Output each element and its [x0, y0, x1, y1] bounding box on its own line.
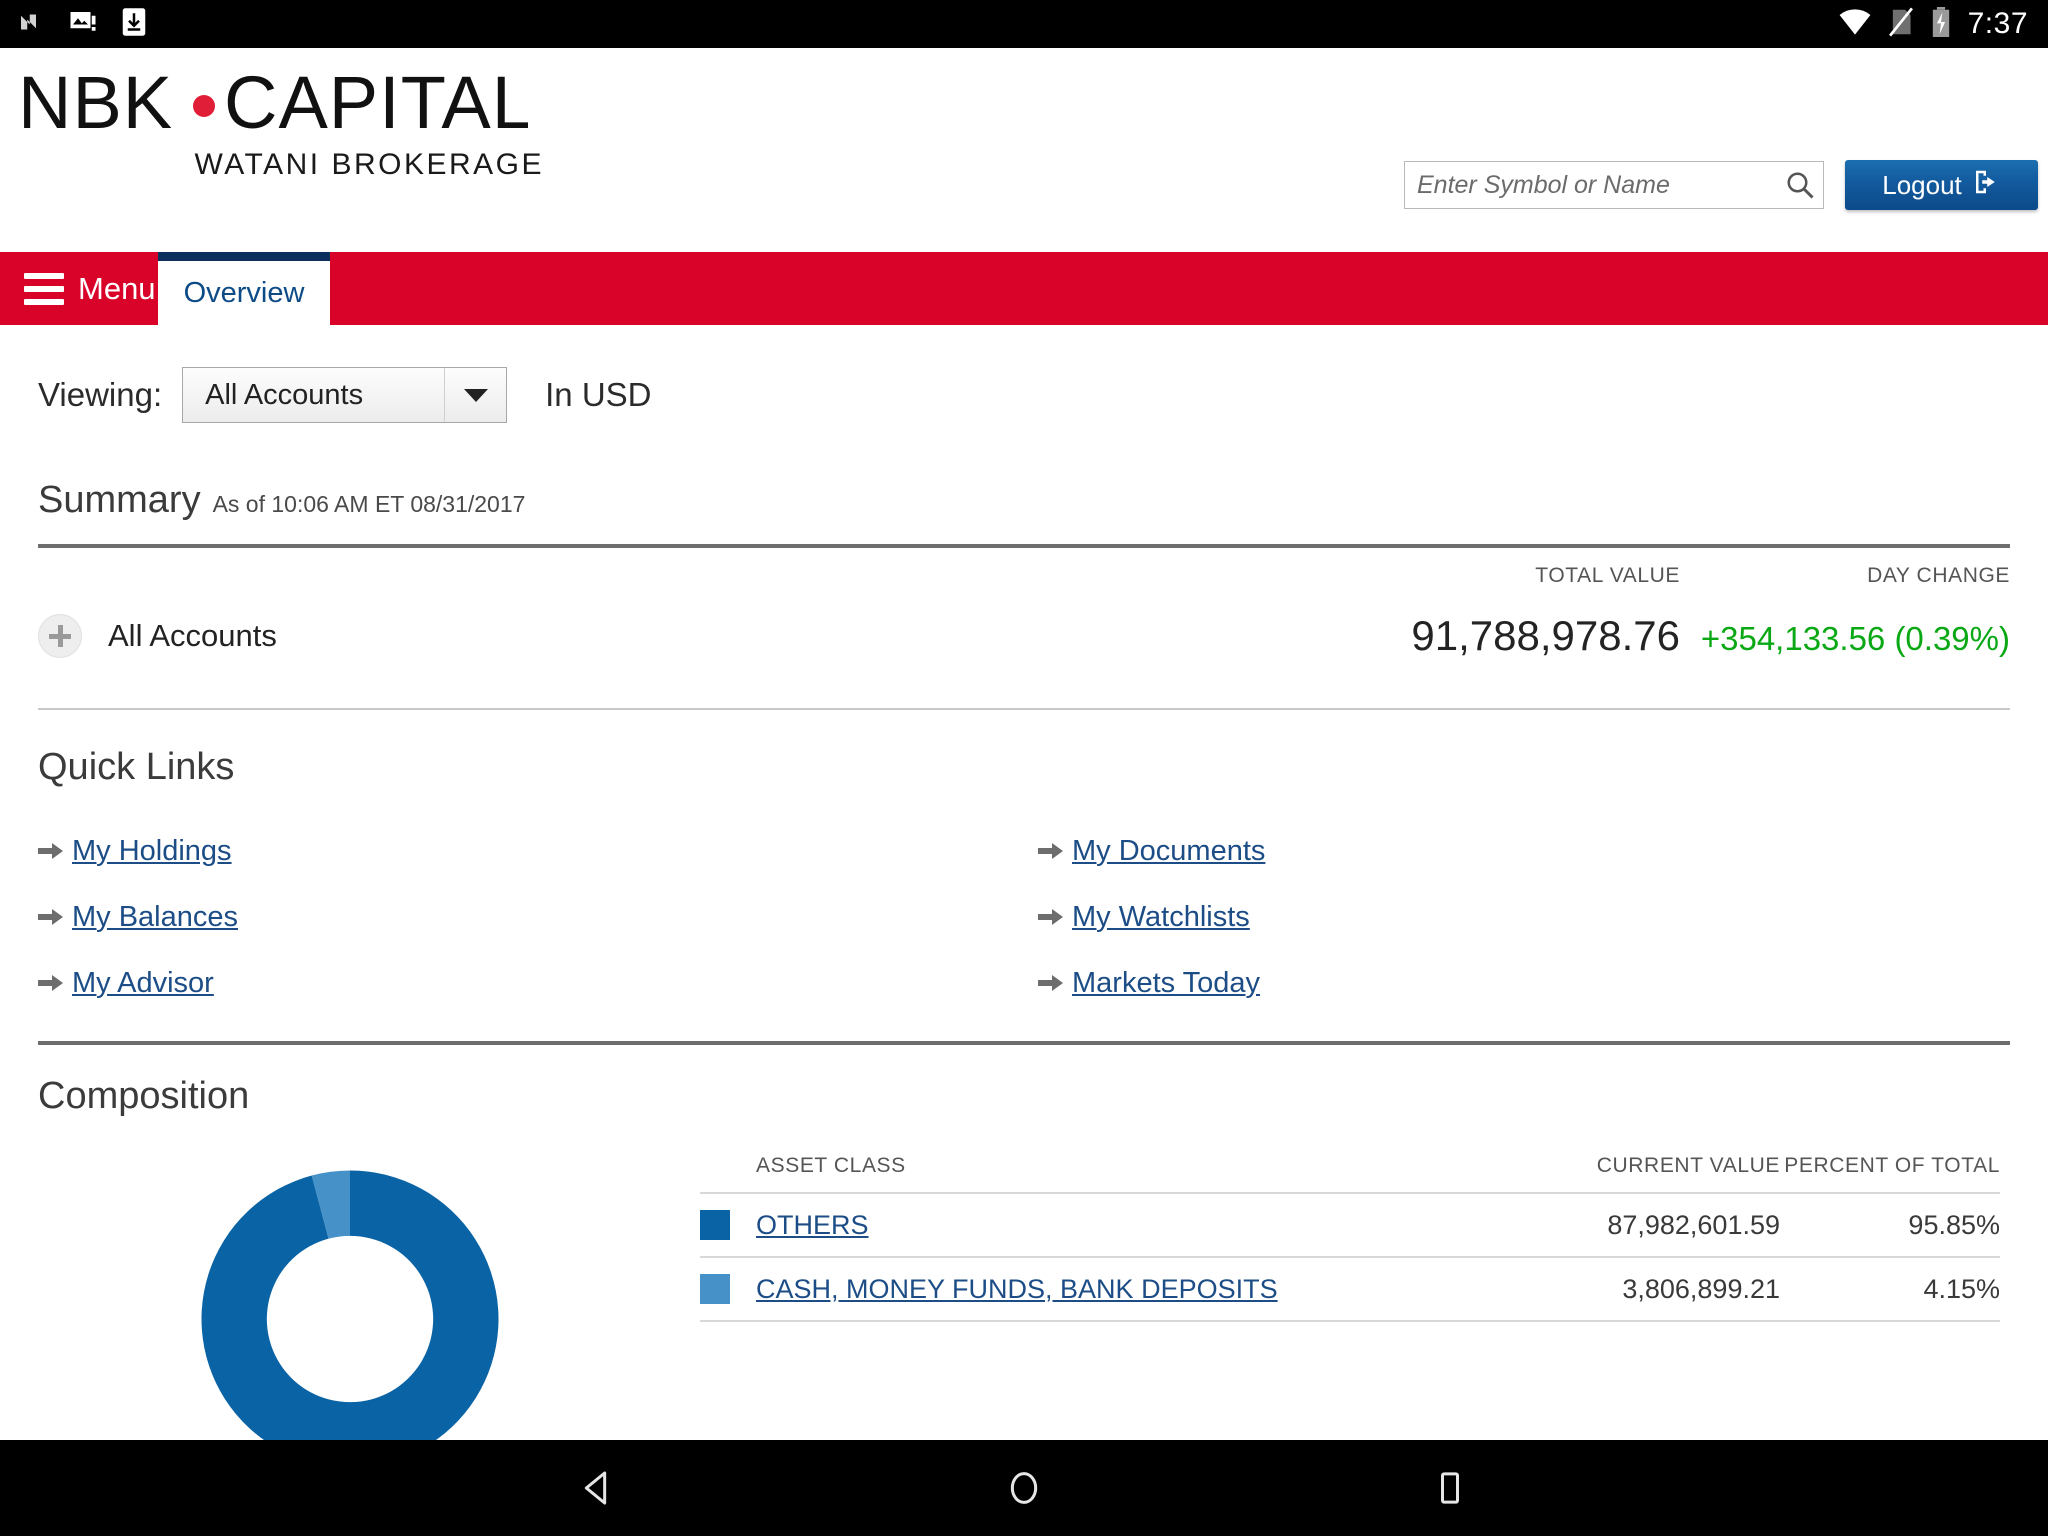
summary-account-row: All Accounts 91,788,978.76 +354,133.56 (…	[38, 588, 2010, 660]
svg-text:NBK: NBK	[18, 66, 173, 144]
donut-chart-svg	[201, 1170, 499, 1468]
column-header-asset-class: ASSET CLASS	[756, 1154, 906, 1177]
account-values: 91,788,978.76 +354,133.56 (0.39%)	[1320, 612, 2010, 660]
composition-table: ASSET CLASS CURRENT VALUE PERCENT OF TOT…	[700, 1154, 2000, 1484]
search-box[interactable]	[1404, 161, 1824, 209]
page-content: Viewing: All Accounts In USD Summary As …	[0, 325, 2048, 1484]
composition-table-headers: ASSET CLASS CURRENT VALUE PERCENT OF TOT…	[700, 1154, 2000, 1192]
composition-title: Composition	[38, 1075, 250, 1117]
no-sim-icon	[1888, 7, 1914, 42]
column-header-current-value: CURRENT VALUE	[1596, 1154, 1780, 1177]
quick-links-right-column: My Documents My Watchlists Markets Today	[1038, 819, 2038, 1015]
asset-current-value: 87,982,601.59	[1607, 1209, 1780, 1240]
account-select-value: All Accounts	[205, 378, 364, 411]
status-bar-right-icons: 7:37	[1838, 6, 2048, 42]
account-name: All Accounts	[108, 618, 277, 653]
logo-tagline: WATANI BROKERAGE	[194, 148, 544, 181]
arrow-right-icon	[1038, 906, 1064, 928]
quick-link-my-holdings[interactable]: My Holdings	[38, 819, 1038, 883]
arrow-right-icon	[1038, 840, 1064, 862]
total-value: 91,788,978.76	[1411, 612, 1680, 659]
status-bar-clock: 7:37	[1967, 7, 2028, 40]
wifi-icon	[1838, 8, 1872, 41]
page-header: NBK CAPITAL WATANI BROKERAGE Logout Last…	[0, 48, 2048, 280]
asset-percent-of-total: 4.15%	[1923, 1273, 2000, 1304]
day-change: +354,133.56 (0.39%)	[1700, 620, 2010, 657]
recents-icon[interactable]	[1405, 1443, 1495, 1533]
svg-text:CAPITAL: CAPITAL	[224, 66, 528, 144]
quick-link-my-advisor[interactable]: My Advisor	[38, 951, 1038, 1015]
arrow-right-icon	[38, 906, 64, 928]
summary-title: Summary	[38, 479, 201, 521]
search-input[interactable]	[1405, 162, 1777, 208]
quick-link-markets-today[interactable]: Markets Today	[1038, 951, 2038, 1015]
column-header-total-value: TOTAL VALUE	[1535, 564, 1680, 587]
screenshot-icon	[68, 7, 98, 42]
download-icon	[120, 7, 148, 42]
asset-current-value: 3,806,899.21	[1622, 1273, 1780, 1304]
composition-donut-chart	[0, 1154, 700, 1484]
quick-link-my-balances[interactable]: My Balances	[38, 885, 1038, 949]
battery-charging-icon	[1930, 6, 1952, 42]
back-icon[interactable]	[553, 1443, 643, 1533]
summary-column-headers: TOTAL VALUE DAY CHANGE	[38, 548, 2010, 588]
arrow-right-icon	[38, 972, 64, 994]
brand-logo[interactable]: NBK CAPITAL WATANI BROKERAGE	[18, 66, 548, 182]
quick-links-left-column: My Holdings My Balances My Advisor	[38, 819, 1038, 1015]
arrow-right-icon	[1038, 972, 1064, 994]
composition-body: ASSET CLASS CURRENT VALUE PERCENT OF TOT…	[0, 1118, 2048, 1484]
tab-overview[interactable]: Overview	[158, 252, 330, 325]
asset-percent-of-total: 95.85%	[1908, 1209, 2000, 1240]
quick-links-title: Quick Links	[38, 746, 235, 788]
logo-wordmark: NBK CAPITAL	[18, 66, 528, 144]
currency-label: In USD	[545, 376, 652, 413]
quick-links: My Holdings My Balances My Advisor My Do…	[0, 789, 2048, 1015]
menu-button[interactable]: Menu	[0, 252, 184, 325]
summary-table: TOTAL VALUE DAY CHANGE All Accounts 91,7…	[38, 548, 2010, 708]
android-navigation-bar	[0, 1440, 2048, 1536]
quick-link-label[interactable]: My Advisor	[72, 967, 214, 1000]
header-spacer	[700, 1154, 756, 1178]
asset-class-link[interactable]: OTHERS	[756, 1210, 869, 1240]
hamburger-icon	[24, 272, 64, 305]
main-nav-bar: Menu Overview	[0, 252, 2048, 325]
asset-class-link[interactable]: CASH, MONEY FUNDS, BANK DEPOSITS	[756, 1274, 1278, 1304]
quick-link-my-documents[interactable]: My Documents	[1038, 819, 2038, 883]
legend-swatch	[700, 1210, 756, 1240]
quick-link-label[interactable]: My Watchlists	[1072, 901, 1250, 934]
tab-overview-label: Overview	[183, 276, 305, 309]
quick-link-label[interactable]: My Holdings	[72, 835, 232, 868]
summary-heading: Summary As of 10:06 AM ET 08/31/2017	[0, 423, 2048, 522]
account-select[interactable]: All Accounts	[182, 367, 508, 423]
table-row: CASH, MONEY FUNDS, BANK DEPOSITS 3,806,8…	[700, 1256, 2000, 1320]
android-status-bar: 7:37	[0, 0, 2048, 48]
android-n-icon	[16, 7, 46, 42]
legend-swatch	[700, 1274, 756, 1304]
home-icon[interactable]	[979, 1443, 1069, 1533]
status-bar-left-icons	[0, 7, 148, 42]
summary-asof: As of 10:06 AM ET 08/31/2017	[212, 491, 526, 517]
logout-label: Logout	[1882, 169, 1962, 200]
quick-link-label[interactable]: My Balances	[72, 901, 238, 934]
arrow-right-icon	[38, 840, 64, 862]
legend-swatch-color	[700, 1274, 730, 1304]
quick-link-label[interactable]: Markets Today	[1072, 967, 1260, 1000]
plus-circle-icon[interactable]	[38, 614, 82, 658]
chevron-down-icon	[444, 368, 506, 422]
quick-link-my-watchlists[interactable]: My Watchlists	[1038, 885, 2038, 949]
composition-table-bottom-rule	[700, 1320, 2000, 1322]
logout-icon	[1971, 167, 2001, 204]
quick-link-label[interactable]: My Documents	[1072, 835, 1265, 868]
viewing-label: Viewing:	[38, 376, 163, 413]
viewing-row: Viewing: All Accounts In USD	[0, 325, 2048, 423]
column-header-day-change: DAY CHANGE	[1867, 564, 2010, 587]
table-row: OTHERS 87,982,601.59 95.85%	[700, 1192, 2000, 1256]
search-icon[interactable]	[1777, 162, 1823, 208]
logout-button[interactable]: Logout	[1845, 160, 2038, 210]
legend-swatch-color	[700, 1210, 730, 1240]
menu-label: Menu	[78, 270, 156, 306]
column-header-percent-of-total: PERCENT OF TOTAL	[1784, 1154, 2000, 1177]
